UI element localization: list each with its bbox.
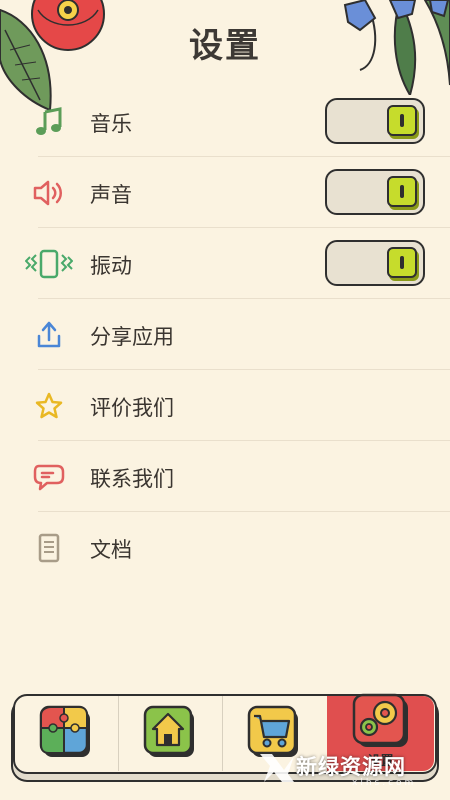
setting-label: 文档	[90, 538, 132, 562]
vibrate-toggle[interactable]	[325, 240, 425, 286]
speaker-icon	[24, 174, 74, 212]
setting-label: 声音	[90, 183, 132, 207]
page-title: 设置	[189, 26, 261, 66]
sound-toggle[interactable]	[325, 169, 425, 215]
setting-row-contact[interactable]: 联系我们	[0, 441, 450, 512]
watermark-text: 新绿资源网	[296, 755, 406, 779]
toggle-knob	[387, 176, 417, 207]
gears-icon	[351, 693, 411, 753]
watermark-logo-icon	[260, 754, 294, 782]
setting-row-document[interactable]: 文档	[0, 512, 450, 583]
tab-home[interactable]	[119, 696, 223, 771]
toggle-knob	[387, 105, 417, 136]
setting-label: 振动	[90, 254, 132, 278]
setting-row-music[interactable]: 音乐	[0, 86, 450, 157]
setting-label: 联系我们	[90, 467, 174, 491]
watermark: 新绿资源网 xlhs.com	[252, 748, 430, 792]
setting-row-share[interactable]: 分享应用	[0, 299, 450, 370]
setting-row-sound[interactable]: 声音	[0, 157, 450, 228]
document-icon	[24, 529, 74, 567]
share-icon	[24, 316, 74, 354]
home-icon	[143, 703, 199, 765]
tab-puzzle[interactable]	[15, 696, 119, 771]
star-icon	[24, 387, 74, 425]
toggle-knob	[387, 247, 417, 278]
music-note-icon	[24, 103, 74, 141]
chat-icon	[24, 458, 74, 496]
vibrate-icon	[24, 245, 74, 283]
setting-row-rate[interactable]: 评价我们	[0, 370, 450, 441]
settings-list: 音乐 声音 振动 分享应用 评价我们 联系我们 文档	[0, 86, 450, 583]
watermark-subtext: xlhs.com	[352, 778, 417, 788]
setting-row-vibrate[interactable]: 振动	[0, 228, 450, 299]
puzzle-icon	[39, 703, 95, 765]
setting-label: 评价我们	[90, 396, 174, 420]
setting-label: 音乐	[90, 112, 132, 136]
setting-label: 分享应用	[90, 325, 174, 349]
music-toggle[interactable]	[325, 98, 425, 144]
